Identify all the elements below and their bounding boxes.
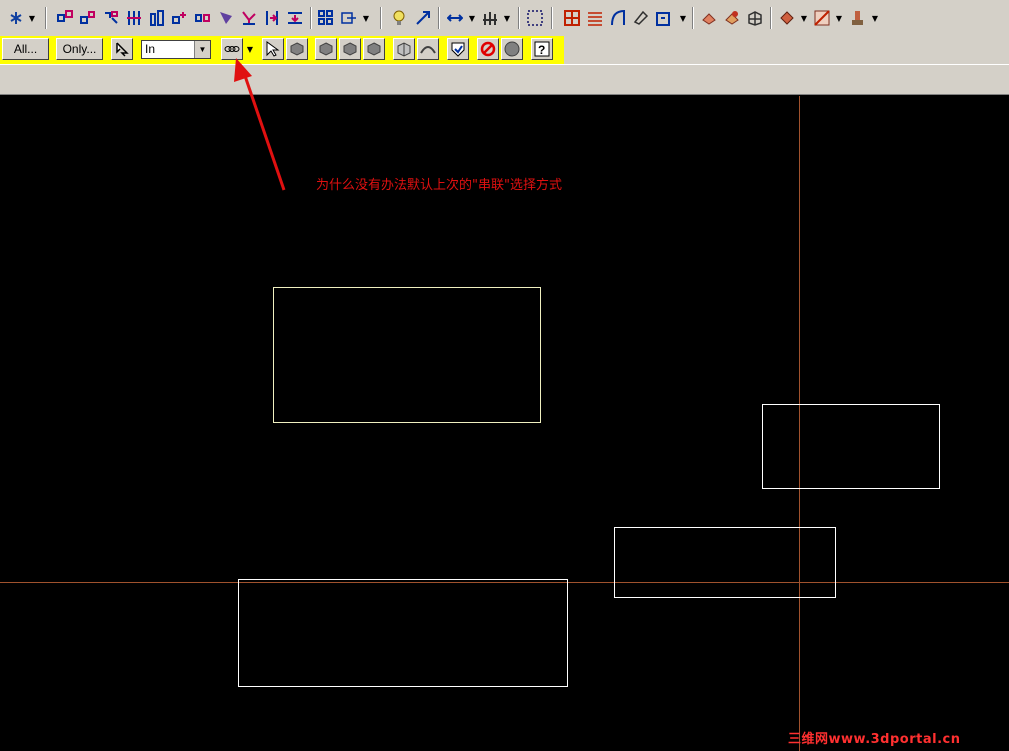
selection-mode-value: In (145, 42, 156, 56)
chevron-down-icon[interactable]: ▼ (28, 9, 36, 27)
toolpath-icon[interactable] (655, 9, 673, 27)
mirror-icon[interactable] (102, 9, 120, 27)
toolbar-separator (310, 7, 312, 29)
solid-icon[interactable] (632, 9, 650, 27)
chevron-down-icon[interactable]: ▼ (835, 9, 843, 27)
solid-select-icon[interactable] (286, 38, 308, 60)
toolbar-separator (518, 7, 520, 29)
align-icon[interactable] (125, 9, 143, 27)
surface-icon[interactable] (586, 9, 604, 27)
break-icon[interactable] (263, 9, 281, 27)
render-icon[interactable] (778, 9, 796, 27)
selection-bar-filler (564, 36, 1009, 64)
toolbar-separator (692, 7, 694, 29)
tool-icon[interactable] (849, 9, 867, 27)
analyze-icon[interactable] (56, 9, 74, 27)
pattern-icon[interactable] (526, 9, 544, 27)
selection-mode-select[interactable]: In ▼ (141, 40, 211, 59)
chain-icon[interactable] (221, 38, 243, 60)
help-icon[interactable]: ? (531, 38, 553, 60)
stretch-icon[interactable] (446, 9, 464, 27)
view-icon[interactable] (340, 9, 358, 27)
offset-icon[interactable] (194, 9, 212, 27)
light-icon[interactable] (390, 9, 408, 27)
snap-icon[interactable] (7, 9, 25, 27)
rectangle-geometry[interactable] (238, 579, 568, 687)
screen-icon[interactable] (746, 9, 764, 27)
watermark-text: 三维网www.3dportal.cn (788, 732, 961, 747)
chevron-down-icon[interactable]: ▼ (362, 9, 370, 27)
circle-icon[interactable] (501, 38, 523, 60)
chevron-down-icon[interactable]: ▼ (246, 40, 254, 58)
main-toolbar: ▼ ▼ ▼ ▼ ▼ ▼ ▼ ▼ (0, 0, 1009, 37)
toolbar-separator (551, 7, 553, 29)
grid-icon[interactable] (481, 9, 499, 27)
select-arrow-icon[interactable] (262, 38, 284, 60)
rectangle-geometry[interactable] (762, 404, 940, 489)
pointer-icon[interactable] (111, 38, 133, 60)
chevron-down-icon[interactable]: ▼ (871, 9, 879, 27)
rectangle-geometry[interactable] (614, 527, 836, 598)
face-select-icon[interactable] (315, 38, 337, 60)
svg-text:?: ? (538, 43, 545, 57)
rectangle-geometry[interactable] (273, 287, 541, 423)
paint-icon[interactable] (723, 9, 741, 27)
array-icon[interactable] (148, 9, 166, 27)
cancel-icon[interactable] (477, 38, 499, 60)
extend-icon[interactable] (286, 9, 304, 27)
table-icon[interactable] (563, 9, 581, 27)
rotate-icon[interactable] (217, 9, 235, 27)
chevron-down-icon[interactable]: ▼ (679, 9, 687, 27)
annotation-text: 为什么没有办法默认上次的"串联"选择方式 (316, 178, 562, 193)
wireframe-icon[interactable] (609, 9, 627, 27)
chevron-down-icon[interactable]: ▼ (800, 9, 808, 27)
edge-select-icon[interactable] (363, 38, 385, 60)
surface-select-icon[interactable] (417, 38, 439, 60)
only-button[interactable]: Only... (56, 38, 103, 60)
trim-icon[interactable] (240, 9, 258, 27)
settings-icon[interactable] (700, 9, 718, 27)
verify-icon[interactable] (447, 38, 469, 60)
box-select-icon[interactable] (393, 38, 415, 60)
toolbar-separator (380, 7, 382, 29)
dimension-icon[interactable] (414, 9, 432, 27)
layout-icon[interactable] (317, 9, 335, 27)
chevron-down-icon[interactable]: ▼ (503, 9, 511, 27)
body-select-icon[interactable] (339, 38, 361, 60)
transform-icon[interactable] (79, 9, 97, 27)
prompt-area (0, 64, 1009, 95)
translate-icon[interactable] (171, 9, 189, 27)
chevron-down-icon[interactable]: ▼ (468, 9, 476, 27)
toolbar-separator (45, 7, 47, 29)
toolbar-separator (438, 7, 440, 29)
toolbar-separator (770, 7, 772, 29)
chevron-down-icon[interactable]: ▼ (194, 41, 210, 58)
hatch-icon[interactable] (813, 9, 831, 27)
all-button[interactable]: All... (2, 38, 49, 60)
